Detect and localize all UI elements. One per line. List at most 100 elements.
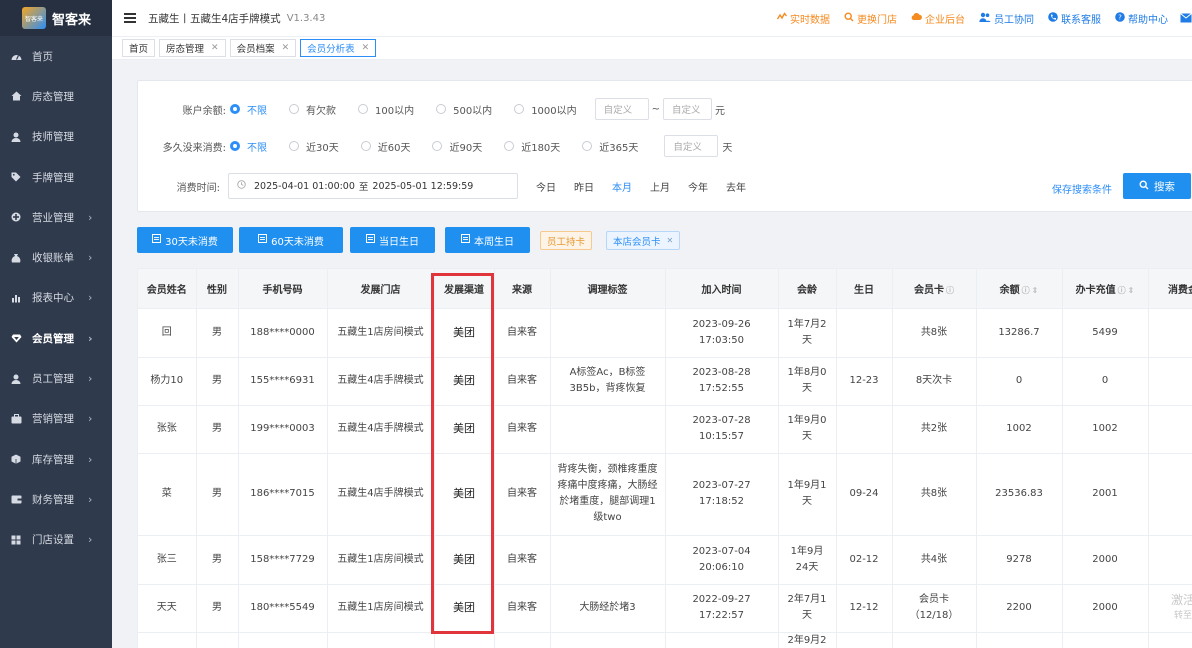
- cell-recharge: 0: [1062, 357, 1149, 406]
- chevron-right-icon: ›: [88, 251, 93, 265]
- quick-time-option[interactable]: 上月: [650, 179, 670, 194]
- table-row[interactable]: 菜男 186****7015 五藏生4店手牌模式 美团 自来客 背疼失衡，颈椎疼重度疼痛中…: [138, 453, 1192, 536]
- quick-filter-button[interactable]: 当日生日: [350, 227, 435, 253]
- search-button[interactable]: 搜索: [1123, 173, 1191, 199]
- info-icon[interactable]: ⓘ: [1022, 286, 1030, 295]
- cell-tags: [550, 632, 666, 648]
- radio-option[interactable]: 有欠款: [289, 102, 336, 117]
- table-row[interactable]: 2年9月2: [138, 632, 1192, 648]
- sidebar-item-12[interactable]: 门店设置 ›: [0, 520, 112, 560]
- app-name: 智客来: [52, 12, 92, 28]
- radio-option[interactable]: 500以内: [436, 102, 492, 117]
- top-link-3[interactable]: 员工协同: [979, 11, 1034, 26]
- cell-name: [138, 632, 197, 648]
- transfer-label[interactable]: 转至: [1155, 608, 1192, 624]
- tab-1[interactable]: 房态管理 ✕: [159, 39, 226, 57]
- sidebar-item-11[interactable]: 财务管理 ›: [0, 479, 112, 519]
- cell-name: 天天: [138, 584, 197, 633]
- app-logo[interactable]: 智客来 智客来: [0, 0, 112, 36]
- column-header[interactable]: 办卡充值 ⓘ ⇕: [1062, 269, 1149, 309]
- close-icon[interactable]: ✕: [362, 43, 370, 53]
- inactive-label: 多久没来消费:: [162, 142, 226, 154]
- menu-toggle-icon[interactable]: [124, 13, 136, 23]
- table-row[interactable]: 张张男 199****0003 五藏生4店手牌模式 美团 自来客 2023-07-28 1…: [138, 405, 1192, 454]
- cell-name: 张张: [138, 405, 197, 454]
- inactive-custom-input[interactable]: 自定义: [664, 135, 719, 157]
- top-link-1[interactable]: 更换门店: [844, 11, 897, 26]
- radio-option[interactable]: 近90天: [432, 139, 482, 154]
- time-label: 消费时间:: [176, 182, 220, 194]
- cell-store: [327, 632, 435, 648]
- radio-option[interactable]: 近365天: [582, 139, 638, 154]
- sidebar-item-1[interactable]: 房态管理: [0, 76, 112, 116]
- radio-option[interactable]: 100以内: [358, 102, 414, 117]
- plus-circle-icon: [10, 211, 22, 223]
- radio-option[interactable]: 不限: [230, 102, 267, 117]
- table-row[interactable]: 天天男 180****5549 五藏生1店房间模式 美团 自来客 大肠经於堵3 2022-0…: [138, 584, 1192, 633]
- sort-icon[interactable]: ⇕: [1032, 286, 1039, 295]
- balance-custom-from-input[interactable]: 自定义: [594, 98, 649, 120]
- tab-2[interactable]: 会员档案 ✕: [229, 39, 297, 57]
- sidebar-item-2[interactable]: 技师管理: [0, 117, 112, 157]
- svg-text:?: ?: [1118, 13, 1122, 21]
- cell-balance: 23536.83: [976, 453, 1063, 536]
- quick-filter-button[interactable]: 30天未消费: [137, 227, 233, 253]
- quick-time-option[interactable]: 去年: [726, 179, 746, 194]
- close-icon[interactable]: ✕: [211, 43, 219, 53]
- sidebar-item-10[interactable]: 库存管理 ›: [0, 439, 112, 479]
- briefcase-icon: [10, 413, 22, 425]
- mail-icon[interactable]: [1180, 13, 1192, 23]
- cell-card: [892, 632, 977, 648]
- quick-time-option[interactable]: 本月: [612, 179, 632, 194]
- sidebar-item-8[interactable]: 员工管理 ›: [0, 358, 112, 398]
- quick-time-option[interactable]: 今日: [536, 179, 556, 194]
- cell-spend: [1148, 357, 1192, 406]
- help-icon: ?: [1115, 11, 1125, 25]
- close-icon[interactable]: ✕: [667, 236, 674, 245]
- tab-0[interactable]: 首页: [122, 39, 156, 57]
- close-icon[interactable]: ✕: [282, 43, 290, 53]
- radio-option[interactable]: 1000以内: [514, 102, 577, 117]
- tab-3[interactable]: 会员分析表 ✕: [300, 39, 377, 57]
- cell-store: 五藏生4店手牌模式: [327, 357, 435, 406]
- radio-label: 100以内: [375, 105, 415, 117]
- cell-source: 自来客: [494, 405, 551, 454]
- sidebar-item-5[interactable]: 收银账单 ›: [0, 237, 112, 277]
- sidebar-item-0[interactable]: 首页: [0, 36, 112, 76]
- sidebar-item-4[interactable]: 营业管理 ›: [0, 197, 112, 237]
- top-link-2[interactable]: 企业后台: [911, 11, 965, 26]
- save-search-link[interactable]: 保存搜索条件: [1052, 181, 1112, 196]
- info-icon[interactable]: ⓘ: [1118, 286, 1126, 295]
- activate-label[interactable]: 激活: [1155, 592, 1192, 608]
- sort-icon[interactable]: ⇕: [1128, 286, 1135, 295]
- radio-option[interactable]: 近30天: [289, 139, 339, 154]
- balance-custom-to-input[interactable]: 自定义: [663, 98, 713, 120]
- top-link-4[interactable]: 联系客服: [1048, 11, 1101, 26]
- table-row[interactable]: 回男 188****0000 五藏生1店房间模式 美团 自来客 2023-09-26 17…: [138, 308, 1192, 358]
- sidebar-item-6[interactable]: 报表中心 ›: [0, 278, 112, 318]
- inactive-unit: 天: [722, 142, 733, 154]
- radio-option[interactable]: 不限: [230, 139, 267, 154]
- quick-filter-button[interactable]: 本周生日: [445, 227, 530, 253]
- cell-phone: 199****0003: [238, 405, 328, 454]
- table-row[interactable]: 张三男 158****7729 五藏生1店房间模式 美团 自来客 2023-07-04 2…: [138, 535, 1192, 585]
- quick-time-option[interactable]: 昨日: [574, 179, 594, 194]
- store-card-tag[interactable]: 本店会员卡 ✕: [606, 231, 681, 250]
- sidebar-item-9[interactable]: 营销管理 ›: [0, 399, 112, 439]
- cell-age: 2年7月1天: [778, 584, 837, 633]
- top-link-5[interactable]: ? 帮助中心: [1115, 11, 1168, 26]
- column-header[interactable]: 余额 ⓘ ⇕: [976, 269, 1063, 309]
- table-row[interactable]: 杨力10 男 155****6931 五藏生4店手牌模式 美团 自来客 A标签Ac，B标签3…: [138, 357, 1192, 406]
- quick-filter-button[interactable]: 60天未消费: [239, 227, 343, 253]
- info-icon[interactable]: ⓘ: [946, 286, 954, 295]
- date-range-picker[interactable]: 2025-04-01 01:00:00 至 2025-05-01 12:59:5…: [228, 173, 518, 199]
- top-link-0[interactable]: 实时数据: [776, 11, 830, 26]
- sidebar-item-7[interactable]: 会员管理 ›: [0, 318, 112, 358]
- radio-option[interactable]: 近60天: [360, 139, 410, 154]
- cell-phone: 155****6931: [238, 357, 328, 406]
- radio-label: 不限: [247, 142, 267, 154]
- radio-option[interactable]: 近180天: [504, 139, 560, 154]
- sidebar-item-3[interactable]: 手牌管理: [0, 157, 112, 197]
- staff-card-tag[interactable]: 员工持卡: [540, 231, 593, 250]
- quick-time-option[interactable]: 今年: [688, 179, 708, 194]
